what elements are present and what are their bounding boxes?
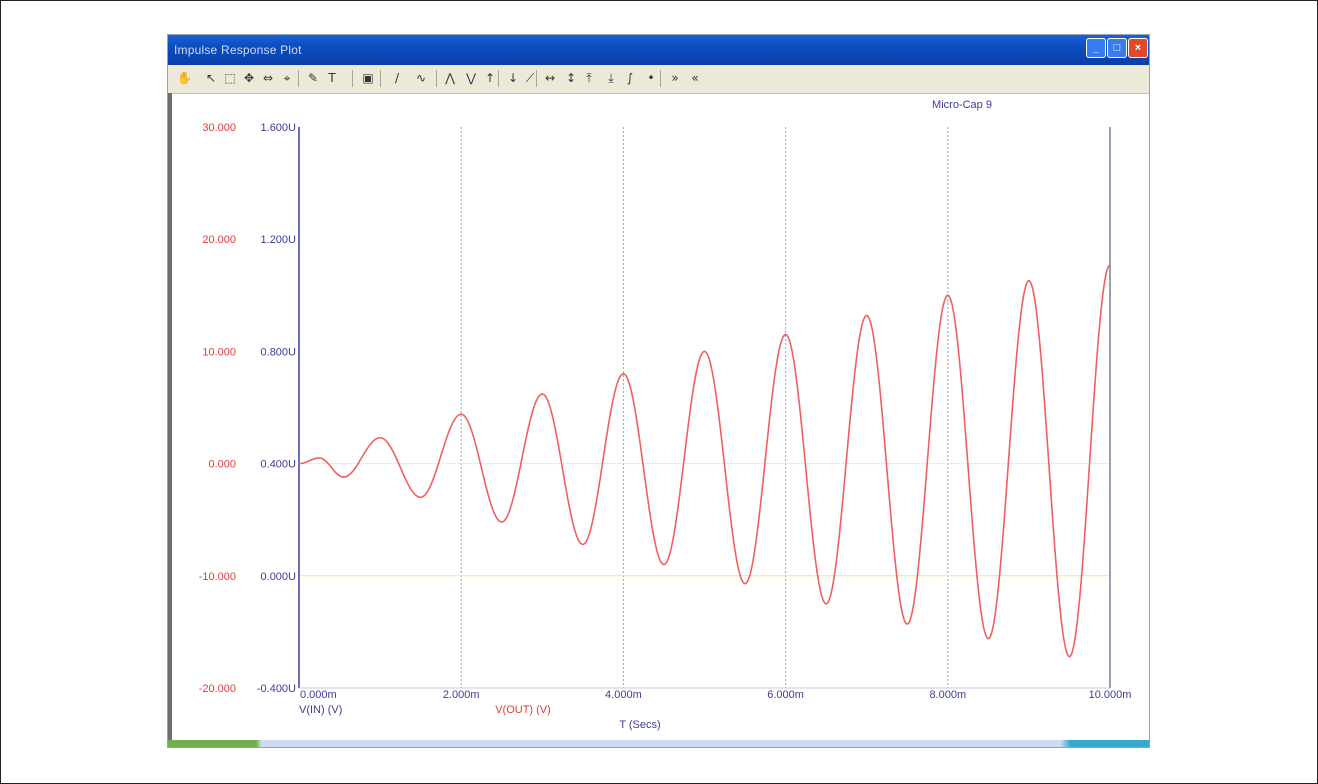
- y-tick-label-red: 10.000: [202, 346, 236, 358]
- pan-icon[interactable]: ✥: [242, 70, 256, 86]
- curve-icon[interactable]: ∿: [414, 70, 428, 86]
- toolbar-separator: [436, 70, 437, 87]
- scale-icon[interactable]: ⇔: [261, 70, 275, 86]
- trace-point: [460, 413, 463, 416]
- trace-point: [663, 563, 665, 566]
- trace-point: [379, 436, 381, 439]
- plot-watermark: Micro-Cap 9: [932, 99, 992, 111]
- plot-toolbar: ✋ ↖ ⬚ ✥ ⇔ ⌖ ✎ T ▣ / ∿ ⋀ ⋁ ↑ ↓ ⟋ ↔ ↕ ⤒ ⤓ ∫ • » «: [168, 65, 1149, 94]
- cursor-mode-icon[interactable]: ⌖: [280, 70, 294, 86]
- plot-window: Impulse Response Plot _ □ × ✋ ↖ ⬚ ✥ ⇔ ⌖ ✎ T ▣ / ∿ ⋀…: [168, 35, 1149, 747]
- x-tick-label: 8.000m: [929, 689, 966, 701]
- trace-point: [419, 496, 422, 499]
- y-tick-label-red: -20.000: [199, 683, 236, 695]
- maximize-button[interactable]: □: [1107, 38, 1127, 58]
- high-icon[interactable]: ↑: [483, 70, 497, 86]
- trace-label-in: V(IN) (V): [299, 704, 342, 716]
- toolbar-separator: [298, 70, 299, 87]
- y-tick-label-red: 30.000: [202, 122, 236, 134]
- x-axis-title: T (Secs): [619, 719, 660, 731]
- global-low-icon[interactable]: ⤓: [604, 70, 618, 86]
- trace-vout: [298, 264, 1111, 658]
- vertical-icon[interactable]: ↕: [564, 70, 578, 86]
- trace-point: [703, 350, 706, 353]
- next-icon[interactable]: »: [668, 70, 682, 86]
- y-tick-label-red: 20.000: [202, 234, 236, 246]
- toolbar-separator: [352, 70, 353, 87]
- y-tick-label-blue: 1.600U: [261, 122, 297, 134]
- horizontal-icon[interactable]: ↔: [543, 70, 557, 86]
- y-tick-label-blue: 1.200U: [261, 234, 297, 246]
- trace-point: [500, 521, 503, 523]
- line-icon[interactable]: /: [390, 70, 404, 86]
- valley-icon[interactable]: ⋁: [464, 70, 478, 86]
- trace-label-out: V(OUT) (V): [495, 704, 551, 716]
- x-tick-label: 10.000m: [1089, 689, 1132, 701]
- y-tick-label-red: 0.000: [208, 459, 236, 471]
- x-tick-label: 6.000m: [767, 689, 804, 701]
- pen-icon[interactable]: ✎: [306, 70, 320, 86]
- status-bar: [168, 740, 1149, 747]
- trace-point: [298, 462, 300, 465]
- toolbar-separator: [660, 70, 661, 87]
- plot-area[interactable]: 30.000 1.600U 20.000 1.200U 10.000 0.800U 0.00…: [168, 93, 1149, 740]
- trace-point: [825, 603, 827, 605]
- slope-icon[interactable]: ⟋: [523, 70, 537, 86]
- hand-icon[interactable]: ✋: [177, 70, 192, 86]
- trace-point: [318, 457, 321, 459]
- prev-icon[interactable]: «: [688, 70, 702, 86]
- trace-point: [987, 637, 990, 640]
- peak-icon[interactable]: ⋀: [443, 70, 457, 86]
- trace-point: [744, 582, 746, 585]
- trace-point: [1028, 279, 1030, 282]
- trace-point: [906, 623, 909, 625]
- bottom-icon[interactable]: ↓: [506, 70, 520, 86]
- y-tick-label-blue: 0.400U: [261, 459, 297, 471]
- x-tick-label: 2.000m: [443, 689, 480, 701]
- trace-point: [784, 333, 787, 336]
- trace-point: [1109, 264, 1111, 266]
- x-tick-label: 0.000m: [300, 689, 337, 701]
- global-high-icon[interactable]: ⤒: [582, 70, 596, 86]
- trace-point: [947, 294, 949, 297]
- y-tick-label-blue: 0.000U: [261, 571, 297, 583]
- minimize-button[interactable]: _: [1086, 38, 1106, 58]
- y-tick-label-blue: -0.400U: [257, 683, 296, 695]
- y-tick-label-red: -10.000: [199, 571, 236, 583]
- zoom-box-icon[interactable]: ⬚: [223, 70, 237, 86]
- trace-point: [342, 476, 345, 478]
- trace-point: [582, 543, 584, 546]
- trace-point: [865, 314, 868, 317]
- text-icon[interactable]: T: [325, 70, 339, 86]
- x-tick-label: 4.000m: [605, 689, 642, 701]
- point-icon[interactable]: •: [644, 70, 658, 86]
- pointer-icon[interactable]: ↖: [204, 70, 218, 86]
- toolbar-separator: [380, 70, 381, 87]
- trace-point: [622, 373, 625, 375]
- trace-point: [541, 393, 544, 395]
- y-tick-label-blue: 0.800U: [261, 346, 297, 358]
- toolbar-separator: [536, 70, 537, 87]
- inflection-icon[interactable]: ∫: [623, 70, 637, 86]
- toolbar-separator: [498, 70, 499, 87]
- title-bar[interactable]: Impulse Response Plot _ □ ×: [168, 35, 1149, 65]
- window-title: Impulse Response Plot: [174, 43, 302, 57]
- properties-icon[interactable]: ▣: [361, 70, 375, 86]
- close-button[interactable]: ×: [1128, 38, 1148, 58]
- trace-point: [1068, 655, 1071, 658]
